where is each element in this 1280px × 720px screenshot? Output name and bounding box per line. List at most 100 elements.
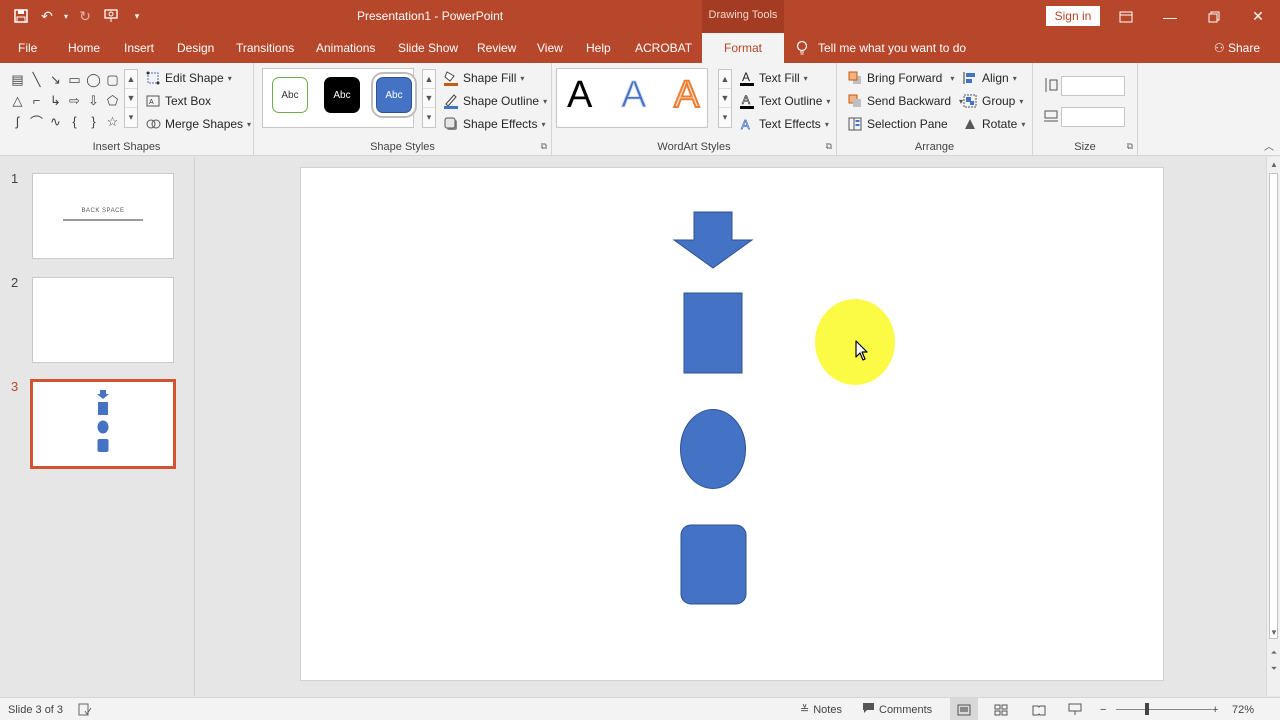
- tab-design[interactable]: Design: [177, 33, 214, 63]
- undo-dropdown-icon[interactable]: ▾: [62, 6, 70, 26]
- text-box-shape-icon[interactable]: ▤: [8, 69, 27, 90]
- down-arrow-shape-icon[interactable]: ⇩: [84, 90, 103, 111]
- zoom-slider-handle[interactable]: [1145, 703, 1149, 715]
- collapse-ribbon-icon[interactable]: ︿: [1264, 138, 1274, 153]
- customize-qat-icon[interactable]: ▾: [126, 6, 148, 26]
- merge-shapes-button[interactable]: Merge Shapes ▾: [145, 116, 251, 132]
- down-arrow-shape[interactable]: [672, 211, 754, 269]
- style-swatch-outline[interactable]: Abc: [272, 77, 308, 113]
- style-swatch-blue-selected[interactable]: Abc: [376, 77, 412, 113]
- vertical-scrollbar[interactable]: ▲ ▼ ⏶ ⏷: [1266, 157, 1280, 696]
- tab-file[interactable]: File: [18, 33, 37, 63]
- oval-shape[interactable]: [680, 409, 746, 489]
- elbow-connector-icon[interactable]: ⌐: [27, 90, 46, 111]
- share-button[interactable]: ⚇ Share: [1214, 33, 1260, 63]
- tab-home[interactable]: Home: [68, 33, 100, 63]
- elbow-arrow-icon[interactable]: ↳: [46, 90, 65, 111]
- tab-acrobat[interactable]: ACROBAT: [635, 33, 692, 63]
- text-box-button[interactable]: A Text Box: [145, 93, 211, 109]
- normal-view-icon[interactable]: [950, 698, 978, 720]
- ribbon-display-options-icon[interactable]: [1104, 0, 1148, 33]
- shapes-gallery[interactable]: ▤ ╲ ↘ ▭ ◯ ▢ △ ⌐ ↳ ⇨ ⇩ ⬠ ʃ ⌒ ∿ { } ☆: [8, 69, 122, 131]
- send-backward-button[interactable]: Send Backward ▾: [847, 93, 963, 109]
- selection-pane-button[interactable]: Selection Pane: [847, 116, 948, 132]
- gallery-down-icon[interactable]: ▼: [423, 89, 435, 108]
- zoom-level[interactable]: 72%: [1232, 698, 1254, 720]
- group-button[interactable]: Group ▾: [962, 93, 1023, 109]
- previous-slide-icon[interactable]: ⏶: [1267, 646, 1280, 660]
- edit-shape-button[interactable]: Edit Shape ▾: [145, 70, 232, 86]
- slide-thumbnail-3[interactable]: [30, 379, 176, 469]
- rounded-rectangle-shape[interactable]: [680, 524, 747, 605]
- zoom-in-icon[interactable]: +: [1212, 698, 1218, 720]
- gallery-more-icon[interactable]: ▾: [423, 108, 435, 127]
- scroll-thumb[interactable]: [1269, 173, 1278, 639]
- tell-me-search[interactable]: Tell me what you want to do: [796, 33, 966, 63]
- dialog-launcher-icon[interactable]: ⧉: [541, 141, 547, 152]
- star-shape-icon[interactable]: ☆: [103, 111, 122, 132]
- rectangle-shape[interactable]: [683, 292, 743, 374]
- tab-review[interactable]: Review: [477, 33, 516, 63]
- dialog-launcher-icon[interactable]: ⧉: [1127, 141, 1133, 152]
- tab-transitions[interactable]: Transitions: [236, 33, 294, 63]
- wordart-swatch-orange[interactable]: A: [673, 73, 700, 117]
- close-icon[interactable]: ✕: [1236, 0, 1280, 33]
- shape-effects-button[interactable]: Shape Effects ▾: [443, 116, 546, 132]
- scroll-up-icon[interactable]: ▲: [1267, 157, 1280, 171]
- right-brace-shape-icon[interactable]: }: [84, 111, 103, 132]
- wordart-swatch-black[interactable]: A: [567, 74, 592, 117]
- reading-view-icon[interactable]: [1032, 698, 1046, 720]
- rotate-button[interactable]: Rotate ▾: [962, 116, 1025, 132]
- slide-thumbnail-1[interactable]: BACK SPACE: [32, 173, 174, 259]
- gallery-up-icon[interactable]: ▲: [125, 70, 137, 89]
- slide-canvas[interactable]: [300, 167, 1164, 681]
- style-swatch-black[interactable]: Abc: [324, 77, 360, 113]
- sign-in-button[interactable]: Sign in: [1046, 6, 1100, 26]
- gallery-up-icon[interactable]: ▲: [423, 70, 435, 89]
- flowchart-shape-icon[interactable]: ⬠: [103, 90, 122, 111]
- text-outline-button[interactable]: A Text Outline ▾: [739, 93, 830, 109]
- undo-icon[interactable]: ↶: [36, 6, 58, 26]
- gallery-up-icon[interactable]: ▲: [719, 70, 731, 89]
- restore-icon[interactable]: [1192, 0, 1236, 33]
- shape-height-input[interactable]: [1061, 76, 1125, 96]
- zoom-slider-track[interactable]: [1116, 709, 1212, 710]
- comments-button[interactable]: Comments: [862, 698, 932, 720]
- shape-fill-button[interactable]: Shape Fill ▾: [443, 70, 524, 86]
- shape-outline-button[interactable]: Shape Outline ▾: [443, 93, 547, 109]
- freeform-shape-icon[interactable]: ʃ: [8, 111, 27, 132]
- oval-shape-icon[interactable]: ◯: [84, 69, 103, 90]
- spell-check-icon[interactable]: [78, 698, 92, 720]
- align-button[interactable]: Align ▾: [962, 70, 1017, 86]
- arc-shape-icon[interactable]: ⌒: [27, 111, 46, 132]
- tab-insert[interactable]: Insert: [124, 33, 154, 63]
- rectangle-shape-icon[interactable]: ▭: [65, 69, 84, 90]
- text-effects-button[interactable]: A Text Effects ▾: [739, 116, 829, 132]
- bring-forward-button[interactable]: Bring Forward ▾: [847, 70, 954, 86]
- tab-help[interactable]: Help: [586, 33, 611, 63]
- next-slide-icon[interactable]: ⏷: [1267, 662, 1280, 676]
- notes-button[interactable]: ≚ Notes: [800, 698, 842, 720]
- gallery-down-icon[interactable]: ▼: [125, 89, 137, 108]
- gallery-down-icon[interactable]: ▼: [719, 89, 731, 108]
- dialog-launcher-icon[interactable]: ⧉: [826, 141, 832, 152]
- present-from-start-icon[interactable]: [100, 6, 122, 26]
- scroll-down-icon[interactable]: ▼: [1267, 625, 1280, 639]
- curve-shape-icon[interactable]: ∿: [46, 111, 65, 132]
- slide-thumbnail-2[interactable]: [32, 277, 174, 363]
- gallery-more-icon[interactable]: ▾: [125, 108, 137, 127]
- minimize-icon[interactable]: —: [1148, 0, 1192, 33]
- left-brace-shape-icon[interactable]: {: [65, 111, 84, 132]
- tab-format[interactable]: Format: [702, 33, 784, 63]
- save-icon[interactable]: [10, 6, 32, 26]
- tab-slide-show[interactable]: Slide Show: [398, 33, 458, 63]
- arrow-line-shape-icon[interactable]: ↘: [46, 69, 65, 90]
- tab-view[interactable]: View: [537, 33, 563, 63]
- line-shape-icon[interactable]: ╲: [27, 69, 46, 90]
- shape-width-input[interactable]: [1061, 107, 1125, 127]
- slide-show-view-icon[interactable]: [1068, 698, 1082, 720]
- rounded-rectangle-shape-icon[interactable]: ▢: [103, 69, 122, 90]
- wordart-swatch-blue[interactable]: A: [620, 74, 646, 117]
- text-fill-button[interactable]: A Text Fill ▾: [739, 70, 808, 86]
- right-arrow-shape-icon[interactable]: ⇨: [65, 90, 84, 111]
